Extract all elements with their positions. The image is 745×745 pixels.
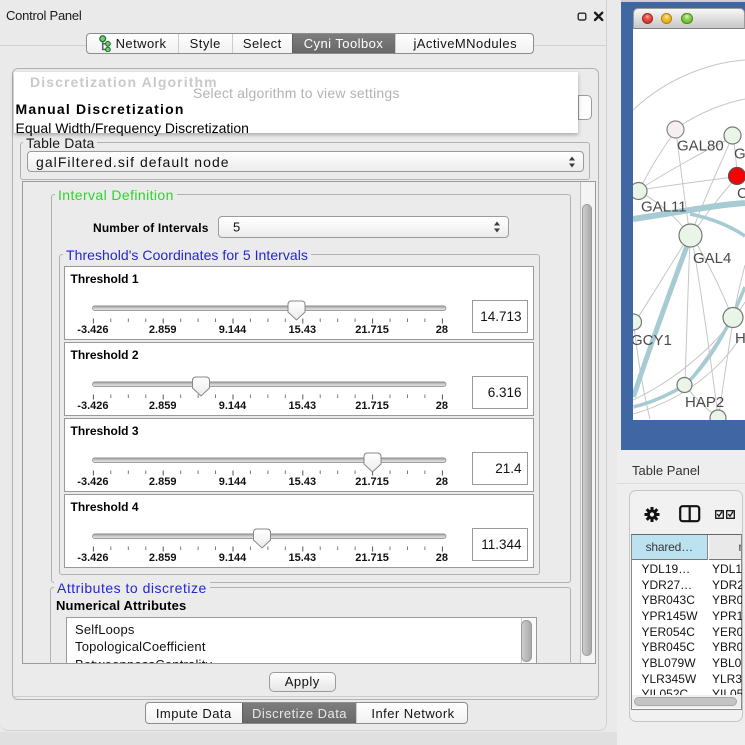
svg-text:GAL11: GAL11 <box>641 199 687 216</box>
svg-text:C: C <box>737 185 745 202</box>
svg-text:GA: GA <box>734 146 745 163</box>
svg-text:GCY1: GCY1 <box>633 332 672 349</box>
svg-text:GAL4: GAL4 <box>693 250 731 267</box>
svg-text:GAL80: GAL80 <box>677 138 724 155</box>
svg-text:H: H <box>735 330 745 347</box>
svg-text:HAP2: HAP2 <box>685 394 724 411</box>
